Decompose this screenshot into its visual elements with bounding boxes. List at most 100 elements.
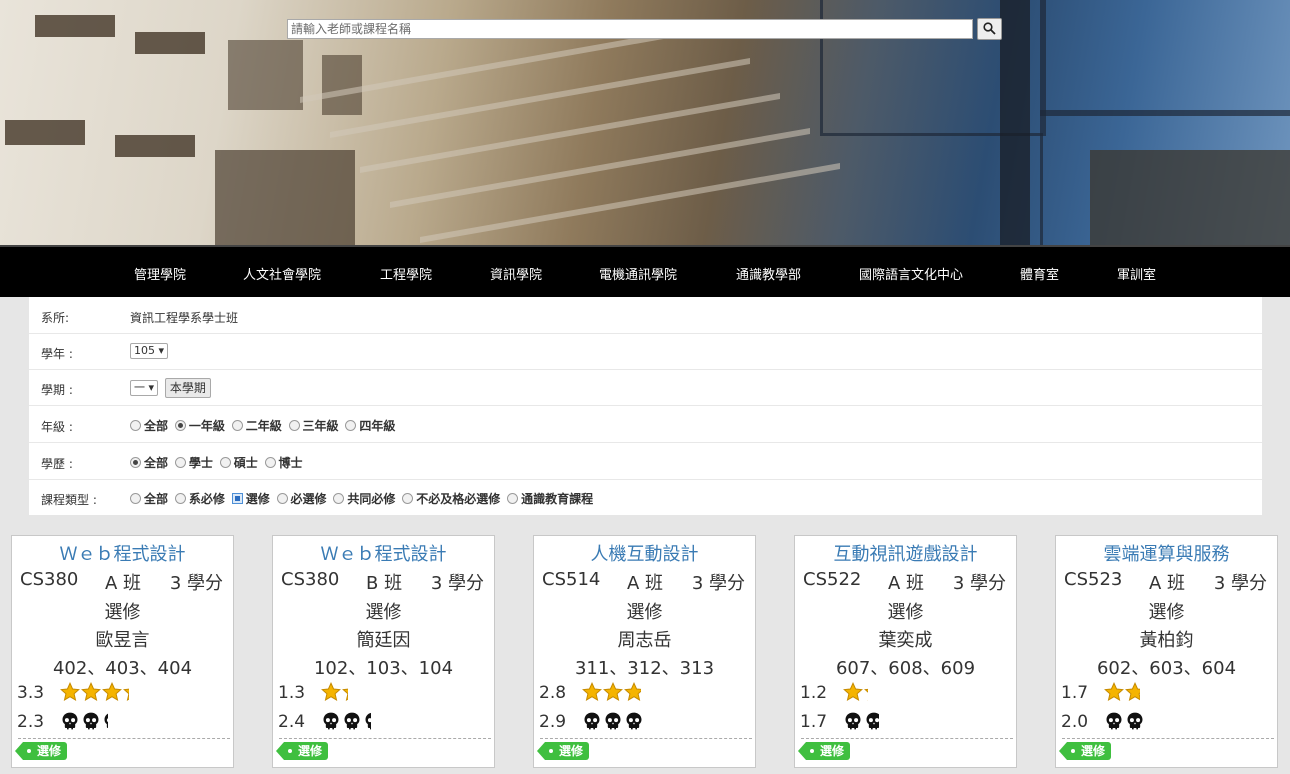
course-title[interactable]: 雲端運算與服務	[1056, 540, 1277, 566]
difficulty-value: 2.0	[1061, 712, 1089, 732]
star-rating-icon	[1104, 682, 1140, 704]
grade-radio-all[interactable]	[130, 420, 141, 431]
course-type-radio-required-elective[interactable]	[276, 493, 288, 504]
degree-option-label: 博士	[278, 456, 303, 470]
nav-item-general-education[interactable]: 通識教學部	[736, 264, 801, 283]
course-rooms: 602、603、604	[1096, 658, 1237, 679]
nav-item-military-office[interactable]: 軍訓室	[1117, 264, 1156, 283]
nav-item-pe-office[interactable]: 體育室	[1020, 264, 1059, 283]
course-credits: 3 學分	[430, 573, 484, 594]
course-class: A 班	[1149, 573, 1186, 594]
filter-row-degree: 學歷 : 全部 學士 碩士 博士	[29, 443, 1262, 480]
rating-value: 1.2	[800, 683, 828, 703]
nav-item-humanities[interactable]: 人文社會學院	[243, 264, 321, 283]
course-type: 選修	[1148, 602, 1185, 623]
course-teacher: 黃柏鈞	[1139, 630, 1194, 651]
course-type-label: 課程類型 :	[41, 493, 97, 507]
course-type-radio-general-ed[interactable]	[507, 493, 519, 504]
dept-label: 系所:	[41, 311, 70, 325]
filter-row-semester: 學期 : 一 ▾ 本學期	[29, 370, 1262, 406]
grade-option-label: 二年級	[245, 419, 282, 433]
skull-difficulty-icon	[1104, 711, 1146, 733]
course-rooms: 607、608、609	[835, 658, 976, 679]
course-credits: 3 學分	[1213, 573, 1267, 594]
grade-radio-3[interactable]	[288, 420, 300, 431]
nav-item-management[interactable]: 管理學院	[134, 264, 186, 283]
grade-radio-1[interactable]	[174, 420, 186, 431]
year-select[interactable]: 105 ▾	[130, 343, 169, 359]
grade-option-label: 一年級	[188, 419, 225, 433]
course-class: A 班	[627, 573, 664, 594]
course-rooms: 402、403、404	[52, 658, 193, 679]
course-type-option-label: 共同必修	[347, 492, 396, 506]
degree-radio-bachelor[interactable]	[174, 457, 186, 468]
course-teacher: 周志岳	[617, 630, 672, 651]
course-type-option-label: 選修	[245, 492, 270, 506]
course-credits: 3 學分	[169, 573, 223, 594]
grade-radio-2[interactable]	[231, 420, 243, 431]
nav-item-language-center[interactable]: 國際語言文化中心	[859, 264, 963, 283]
course-card[interactable]: 雲端運算與服務 CS523 A 班 3 學分 選修 黃柏鈞 602、603、60…	[1055, 535, 1278, 768]
course-type-option-label: 全部	[144, 492, 169, 506]
degree-radio-phd[interactable]	[264, 457, 276, 468]
course-title[interactable]: 互動視訊遊戲設計	[795, 540, 1016, 566]
filter-row-year: 學年 : 105 ▾	[29, 334, 1262, 370]
course-type-option-label: 系必修	[188, 492, 225, 506]
elective-tag: 選修	[1058, 742, 1112, 760]
rating-value: 2.8	[539, 683, 567, 703]
course-type-radio-no-pass-required[interactable]	[402, 493, 414, 504]
course-type-radio-common-required[interactable]	[333, 493, 345, 504]
course-card[interactable]: Ｗｅｂ程式設計 CS380 A 班 3 學分 選修 歐昱言 402、403、40…	[11, 535, 234, 768]
nav-item-engineering[interactable]: 工程學院	[380, 264, 432, 283]
search-input[interactable]	[287, 19, 973, 39]
course-card[interactable]: 互動視訊遊戲設計 CS522 A 班 3 學分 選修 葉奕成 607、608、6…	[794, 535, 1017, 768]
course-type-radio-required[interactable]	[174, 493, 186, 504]
degree-option-label: 全部	[144, 456, 169, 470]
course-class: B 班	[366, 573, 403, 594]
nav-item-informatics[interactable]: 資訊學院	[490, 264, 542, 283]
course-code: CS380	[20, 569, 79, 590]
course-type-radio-all[interactable]	[130, 493, 141, 504]
course-title[interactable]: 人機互動設計	[534, 540, 755, 566]
degree-label: 學歷 :	[41, 457, 73, 471]
degree-radio-master[interactable]	[219, 457, 231, 468]
search-button[interactable]	[977, 18, 1002, 40]
degree-option-label: 學士	[188, 456, 213, 470]
card-divider	[1062, 738, 1274, 739]
grade-radio-4[interactable]	[345, 420, 357, 431]
course-class: A 班	[105, 573, 142, 594]
course-teacher: 簡廷因	[356, 630, 411, 651]
elective-tag: 選修	[275, 742, 329, 760]
course-type-radio-elective[interactable]	[231, 493, 243, 504]
skull-difficulty-icon	[321, 711, 371, 733]
course-type: 選修	[365, 602, 402, 623]
skull-difficulty-icon	[60, 711, 108, 733]
star-rating-icon	[321, 682, 348, 704]
course-title[interactable]: Ｗｅｂ程式設計	[273, 540, 494, 566]
course-credits: 3 學分	[952, 573, 1006, 594]
course-card[interactable]: 人機互動設計 CS514 A 班 3 學分 選修 周志岳 311、312、313…	[533, 535, 756, 768]
card-divider	[801, 738, 1013, 739]
course-type: 選修	[626, 602, 663, 623]
star-rating-icon	[582, 682, 641, 704]
elective-tag: 選修	[14, 742, 68, 760]
filter-row-course-type: 課程類型 : 全部 系必修 選修 必選修 共同必修 不必及格必選修 通識教育課程	[29, 480, 1262, 515]
degree-radio-all[interactable]	[130, 457, 141, 468]
semester-select[interactable]: 一 ▾	[130, 380, 159, 396]
header-banner	[0, 0, 1290, 245]
card-divider	[540, 738, 752, 739]
difficulty-value: 2.9	[539, 712, 567, 732]
dept-value: 資訊工程學系學士班	[130, 311, 239, 325]
course-title[interactable]: Ｗｅｂ程式設計	[12, 540, 233, 566]
grade-label: 年級 :	[41, 420, 73, 434]
current-semester-button[interactable]: 本學期	[164, 378, 211, 398]
course-rooms: 102、103、104	[313, 658, 454, 679]
difficulty-value: 2.4	[278, 712, 306, 732]
course-card[interactable]: Ｗｅｂ程式設計 CS380 B 班 3 學分 選修 簡廷因 102、103、10…	[272, 535, 495, 768]
course-type-option-label: 必選修	[290, 492, 327, 506]
star-rating-icon	[843, 682, 868, 704]
nav-item-eecs[interactable]: 電機通訊學院	[599, 264, 677, 283]
semester-label: 學期 :	[41, 383, 73, 397]
course-type-option-label: 不必及格必選修	[416, 492, 501, 506]
elective-tag: 選修	[536, 742, 590, 760]
